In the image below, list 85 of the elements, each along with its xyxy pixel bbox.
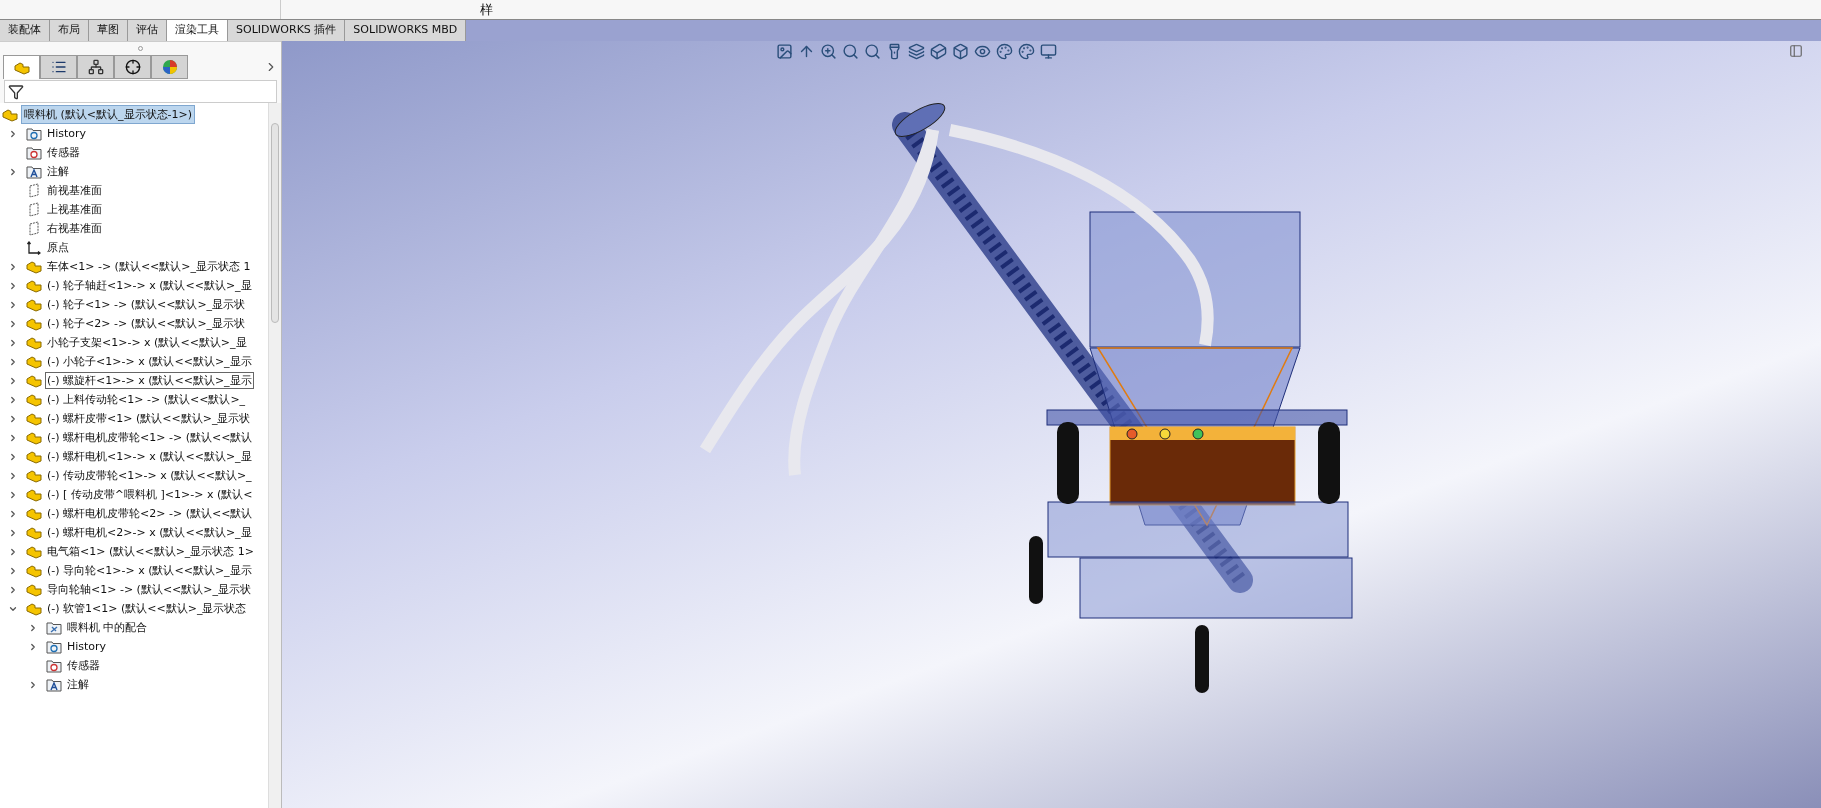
plane-icon	[28, 183, 40, 198]
plane-icon	[28, 221, 40, 236]
origin-icon	[27, 240, 41, 255]
tree-item-label[interactable]: (-) 轮子轴赶<1>-> x (默认<<默认>_显	[46, 278, 253, 293]
zoom-to-fit-icon[interactable]	[820, 43, 837, 60]
part-icon	[26, 563, 42, 578]
tree-item-label[interactable]: (-) 小轮子<1>-> x (默认<<默认>_显示	[46, 354, 253, 369]
tree-item-label[interactable]: 传感器	[46, 145, 81, 160]
command-tab[interactable]: 布局	[50, 20, 89, 41]
annotation-folder-icon	[26, 164, 42, 179]
tree-item-label[interactable]: History	[46, 126, 88, 141]
crosshair-icon	[124, 59, 141, 75]
assembly-icon	[13, 60, 30, 75]
sensor-folder-icon	[46, 658, 62, 673]
tree-item-label[interactable]: (-) 传动皮带轮<1>-> x (默认<<默认>_	[46, 468, 253, 483]
property-list-icon	[50, 59, 67, 75]
history-folder-icon	[46, 639, 62, 654]
tree-item-label[interactable]: 上视基准面	[46, 202, 103, 217]
part-icon	[26, 354, 42, 369]
tree-item-label[interactable]: (-) 螺杆电机皮带轮<1> -> (默认<<默认	[46, 430, 254, 445]
part-icon	[26, 582, 42, 597]
task-pane-icon[interactable]	[1789, 44, 1803, 58]
tree-item-label[interactable]: 传感器	[66, 658, 101, 673]
tree-item-label[interactable]: 导向轮轴<1> -> (默认<<默认>_显示状	[46, 582, 253, 597]
part-icon	[26, 544, 42, 559]
part-icon	[26, 316, 42, 331]
tree-item-label[interactable]: 小轮子支架<1>-> x (默认<<默认>_显	[46, 335, 248, 350]
tree-item-label[interactable]: (-) [ 传动皮带^喂料机 ]<1>-> x (默认<	[46, 487, 254, 502]
part-icon	[26, 297, 42, 312]
part-icon	[26, 278, 42, 293]
part-icon	[26, 430, 42, 445]
part-icon	[26, 468, 42, 483]
tree-item-label[interactable]: (-) 导向轮<1>-> x (默认<<默认>_显示	[46, 563, 253, 578]
configuration-tree-icon	[87, 59, 104, 75]
color-wheel-icon	[161, 59, 178, 75]
filter-icon[interactable]	[8, 83, 24, 100]
tree-item-label[interactable]: 注解	[46, 164, 70, 179]
window-title: 样	[480, 0, 493, 19]
tree-item-label[interactable]: 喂料机 中的配合	[66, 620, 149, 635]
scrollbar[interactable]	[268, 103, 281, 808]
part-icon	[26, 487, 42, 502]
part-icon	[26, 601, 42, 616]
tree-item-label[interactable]: (-) 轮子<2> -> (默认<<默认>_显示状	[46, 316, 247, 331]
panel-tab[interactable]	[77, 55, 114, 79]
tree-item-label[interactable]: (-) 螺旋杆<1>-> x (默认<<默认>_显示	[46, 373, 253, 388]
part-icon	[26, 259, 42, 274]
tree-item-label[interactable]: (-) 上料传动轮<1> -> (默认<<默认>_	[46, 392, 247, 407]
panel-tab[interactable]	[114, 55, 151, 79]
part-icon	[26, 392, 42, 407]
tree-item-label[interactable]: (-) 螺杆电机皮带轮<2> -> (默认<<默认	[46, 506, 254, 521]
tree-item-label[interactable]: (-) 螺杆电机<1>-> x (默认<<默认>_显	[46, 449, 253, 464]
tree-item-label[interactable]: 电气箱<1> (默认<<默认>_显示状态 1>	[46, 544, 256, 559]
graphics-viewport[interactable]	[282, 41, 1821, 808]
command-tab[interactable]: SOLIDWORKS MBD	[345, 20, 467, 41]
tree-item-label[interactable]: 车体<1> -> (默认<<默认>_显示状态 1	[46, 259, 252, 274]
tree-item-label[interactable]: (-) 软管1<1> (默认<<默认>_显示状态	[46, 601, 248, 616]
part-icon	[26, 525, 42, 540]
command-tab[interactable]: 草图	[89, 20, 128, 41]
tree-root-label[interactable]: 喂料机 (默认<默认_显示状态-1>)	[21, 105, 195, 124]
tree-item-label[interactable]: (-) 螺杆电机<2>-> x (默认<<默认>_显	[46, 525, 253, 540]
part-icon	[2, 107, 18, 122]
history-folder-icon	[26, 126, 42, 141]
command-tab[interactable]: 装配体	[0, 20, 50, 41]
monitor-icon[interactable]	[1040, 43, 1057, 60]
part-icon	[26, 506, 42, 521]
part-icon	[26, 411, 42, 426]
eye-icon[interactable]	[974, 43, 991, 60]
part-icon	[26, 335, 42, 350]
part-icon	[26, 373, 42, 388]
command-tab[interactable]: SOLIDWORKS 插件	[228, 20, 346, 41]
tree-item-label[interactable]: History	[66, 639, 108, 654]
mates-folder-icon	[46, 620, 62, 635]
annotation-folder-icon	[46, 677, 62, 692]
plane-icon	[28, 202, 40, 217]
view-orientation-icon[interactable]	[930, 43, 947, 60]
tree-item-label[interactable]: (-) 螺杆皮带<1> (默认<<默认>_显示状	[46, 411, 252, 426]
tree-item-label[interactable]: 前视基准面	[46, 183, 103, 198]
tree-item-label[interactable]: 原点	[46, 240, 70, 255]
tree-item-label[interactable]: 注解	[66, 677, 90, 692]
command-tab[interactable]: 评估	[128, 20, 167, 41]
tree-item-label[interactable]: (-) 轮子<1> -> (默认<<默认>_显示状	[46, 297, 247, 312]
display-style-icon[interactable]	[952, 43, 969, 60]
part-icon	[26, 449, 42, 464]
tree-item-label[interactable]: 右视基准面	[46, 221, 103, 236]
sensor-folder-icon	[26, 145, 42, 160]
